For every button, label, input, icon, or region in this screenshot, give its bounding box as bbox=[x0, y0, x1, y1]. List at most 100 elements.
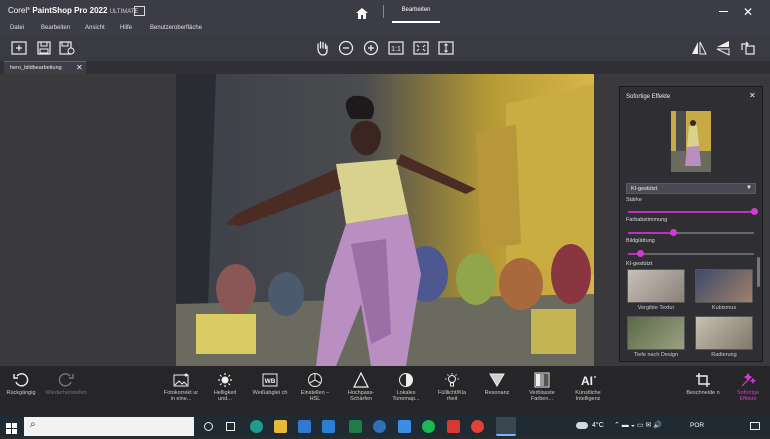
weather-temperature[interactable]: 4°C bbox=[592, 422, 604, 429]
category-label: KI-gestützt bbox=[626, 261, 653, 267]
menu-datei[interactable]: Datei bbox=[10, 25, 24, 31]
pan-hand-icon[interactable] bbox=[313, 39, 331, 57]
task-view-icon[interactable] bbox=[226, 422, 235, 431]
panel-title: Sofortige Effekte bbox=[626, 94, 671, 100]
search-icon: ⌕ bbox=[30, 419, 36, 430]
minimize-button[interactable] bbox=[719, 11, 728, 12]
document-tab-label: hero_bildbearbeitung bbox=[10, 65, 62, 71]
crop-button[interactable]: Beschneide n bbox=[685, 370, 721, 414]
fit-height-icon[interactable] bbox=[437, 39, 455, 57]
save-icon[interactable] bbox=[35, 39, 53, 57]
effect-thumb-kubismus[interactable] bbox=[695, 269, 753, 303]
tool-weissabgleich[interactable]: WB Weißabglei ch bbox=[252, 370, 288, 414]
effect-label-kubismus: Kubismus bbox=[711, 305, 737, 311]
slider-staerke-fill bbox=[628, 211, 754, 213]
spotify-icon[interactable] bbox=[422, 420, 435, 433]
tool-resonanz-label: Resonanz bbox=[484, 390, 510, 396]
redo-label: Wiederherstellen bbox=[45, 390, 87, 396]
close-button[interactable]: ✕ bbox=[743, 5, 753, 19]
chrome-icon[interactable] bbox=[471, 420, 484, 433]
effect-thumb-tiefe-nach-design[interactable] bbox=[627, 316, 685, 350]
tab-bearbeiten-label: Bearbeiten bbox=[401, 7, 431, 13]
faded-colors-icon bbox=[524, 370, 560, 390]
tool-ki[interactable]: AI Künstliche Intelligenz bbox=[570, 370, 606, 414]
toolbar: 1:1 bbox=[0, 36, 770, 61]
instant-effects-button[interactable]: Sofortige Effekte bbox=[730, 370, 766, 414]
panel-scrollbar[interactable] bbox=[757, 257, 760, 287]
tool-tonemap[interactable]: Lokales Tonemap... bbox=[388, 370, 424, 414]
close-tab-icon[interactable]: ✕ bbox=[76, 63, 83, 72]
effect-thumb-vergibte-textur[interactable] bbox=[627, 269, 685, 303]
photo-fix-icon bbox=[163, 370, 199, 390]
svg-text:AI: AI bbox=[581, 374, 593, 387]
file-explorer-icon[interactable] bbox=[274, 420, 287, 433]
slider-bildglaettung-track[interactable] bbox=[628, 253, 754, 255]
effect-thumb-radierung[interactable] bbox=[695, 316, 753, 350]
menu-ansicht[interactable]: Ansicht bbox=[85, 25, 105, 31]
tool-helligkeit[interactable]: Helligkeit und... bbox=[207, 370, 243, 414]
undo-icon bbox=[4, 370, 38, 390]
crop-label: Beschneide n bbox=[686, 390, 720, 396]
brightness-icon bbox=[207, 370, 243, 390]
edge-icon[interactable] bbox=[250, 420, 263, 433]
tool-resonanz[interactable]: Resonanz bbox=[479, 370, 515, 414]
document-tab[interactable]: hero_bildbearbeitung ✕ bbox=[4, 61, 86, 74]
new-file-icon[interactable] bbox=[10, 39, 28, 57]
windows-start-icon[interactable] bbox=[6, 421, 17, 439]
window-mode-icon[interactable] bbox=[134, 6, 145, 16]
language-indicator[interactable]: POR bbox=[690, 422, 704, 429]
red-app-icon[interactable] bbox=[447, 420, 460, 433]
todo-icon[interactable] bbox=[398, 420, 411, 433]
save-as-icon[interactable] bbox=[58, 39, 76, 57]
slider-label-staerke: Stärke bbox=[626, 197, 642, 203]
tool-verblasste[interactable]: Verblasste Farben... bbox=[524, 370, 560, 414]
tool-fotokorrektur-label: Fotokorrekt ur in eine... bbox=[163, 390, 199, 402]
undo-label: Rückgängig bbox=[6, 390, 36, 396]
tool-weissabgleich-label: Weißabglei ch bbox=[252, 390, 288, 396]
zoom-in-icon[interactable] bbox=[362, 39, 380, 57]
fit-window-icon[interactable] bbox=[412, 39, 430, 57]
canvas-area[interactable]: Sofortige Effekte ✕ KI-gestützt ▼ Stärke… bbox=[0, 74, 770, 366]
excel-icon[interactable] bbox=[349, 420, 362, 433]
style-dropdown[interactable]: KI-gestützt ▼ bbox=[626, 183, 756, 194]
menu-hilfe[interactable]: Hilfe bbox=[120, 25, 132, 31]
app-icon-circle[interactable] bbox=[373, 420, 386, 433]
weather-icon[interactable] bbox=[576, 422, 588, 429]
tool-hochpass[interactable]: Hochpass-Schärfen bbox=[343, 370, 379, 414]
zoom-out-icon[interactable] bbox=[337, 39, 355, 57]
paintshop-taskbar-icon[interactable] bbox=[496, 417, 516, 436]
notification-icon[interactable] bbox=[750, 422, 760, 430]
cortana-icon[interactable] bbox=[204, 422, 213, 431]
tool-fotokorrektur[interactable]: Fotokorrekt ur in eine... bbox=[163, 370, 199, 414]
panel-close-icon[interactable]: ✕ bbox=[749, 91, 756, 100]
style-dropdown-value: KI-gestützt bbox=[631, 186, 658, 192]
slider-staerke-knob[interactable] bbox=[750, 208, 758, 215]
slider-label-farbabstimmung: Farbabstimmung bbox=[626, 217, 668, 223]
photo-canvas[interactable] bbox=[176, 74, 594, 366]
slider-bildglaettung-knob[interactable] bbox=[637, 250, 645, 257]
tool-verblasste-label: Verblasste Farben... bbox=[529, 390, 555, 402]
tool-fuelllicht-label: Fülllicht/Kla rheit bbox=[437, 390, 467, 402]
slider-farbabstimmung-knob[interactable] bbox=[669, 229, 677, 236]
tool-tonemap-label: Lokales Tonemap... bbox=[392, 390, 420, 402]
instant-effects-label: Sofortige Effekte bbox=[736, 390, 759, 402]
rotate-icon[interactable] bbox=[739, 39, 757, 57]
mail-icon[interactable] bbox=[322, 420, 335, 433]
undo-button[interactable]: Rückgängig bbox=[4, 370, 38, 414]
actual-size-icon[interactable]: 1:1 bbox=[387, 39, 405, 57]
tray-icons[interactable]: ⌃ ▬ ◒ ▭ ✉ 🔊 bbox=[614, 421, 662, 429]
flip-vertical-icon[interactable] bbox=[714, 39, 732, 57]
menu-benutzeroberflaeche[interactable]: Benutzeroberfläche bbox=[150, 25, 202, 31]
store-icon[interactable] bbox=[298, 420, 311, 433]
tool-fuelllicht[interactable]: Fülllicht/Kla rheit bbox=[434, 370, 470, 414]
menu-bearbeiten[interactable]: Bearbeiten bbox=[41, 25, 70, 31]
tab-bearbeiten[interactable]: Bearbeiten bbox=[392, 7, 440, 23]
redo-button[interactable]: Wiederherstellen bbox=[44, 370, 88, 414]
tool-einstellen-hsl[interactable]: Einstellen – HSL bbox=[297, 370, 333, 414]
flip-horizontal-icon[interactable] bbox=[690, 39, 708, 57]
home-icon[interactable] bbox=[356, 6, 368, 24]
redo-icon bbox=[44, 370, 88, 390]
taskbar-search-input[interactable]: ⌕ bbox=[24, 417, 194, 436]
tool-einstellen-hsl-label: Einstellen – HSL bbox=[300, 390, 330, 402]
white-balance-icon: WB bbox=[252, 370, 288, 390]
